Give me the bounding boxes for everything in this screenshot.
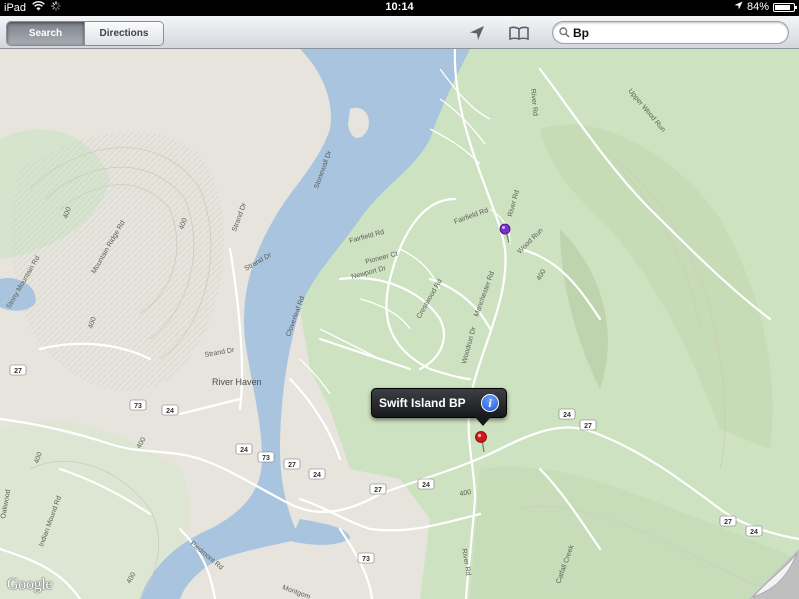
map-view[interactable]: River Haven River Rd Upper Wood Run Wood… [0, 49, 799, 599]
place-callout[interactable]: Swift Island BP i [371, 388, 507, 426]
location-services-icon [734, 1, 743, 13]
svg-text:27: 27 [14, 368, 22, 375]
svg-text:24: 24 [750, 529, 758, 536]
svg-text:27: 27 [724, 519, 732, 526]
route-shield-73: 73 [257, 451, 275, 463]
route-shield-27: 27 [369, 483, 387, 495]
battery-icon [773, 2, 797, 12]
route-shield-24: 24 [558, 408, 576, 420]
status-bar: iPad 10:14 84% [0, 0, 799, 16]
search-query-text: Bp [573, 25, 589, 40]
svg-text:24: 24 [166, 408, 174, 415]
battery-fill [775, 4, 790, 10]
route-shield-24: 24 [417, 478, 435, 490]
battery-percentage: 84% [746, 1, 769, 13]
bookmarks-button[interactable] [509, 23, 529, 43]
directions-tab[interactable]: Directions [84, 22, 163, 45]
location-arrow-icon [470, 26, 484, 40]
svg-text:24: 24 [313, 472, 321, 479]
callout-title: Swift Island BP [379, 396, 466, 410]
place-label-river-haven: River Haven [212, 377, 262, 387]
search-input[interactable]: Bp [552, 21, 789, 44]
svg-text:24: 24 [240, 447, 248, 454]
current-location-button[interactable] [467, 23, 487, 43]
search-tab[interactable]: Search [7, 22, 84, 45]
route-shield-27: 27 [283, 458, 301, 470]
bookmarks-icon [509, 26, 529, 40]
route-shield-24: 24 [161, 404, 179, 416]
route-shield-73: 73 [129, 399, 147, 411]
svg-text:27: 27 [374, 487, 382, 494]
route-shield-24: 24 [308, 468, 326, 480]
google-attribution-logo: Google [7, 576, 53, 593]
route-shield-27: 27 [579, 419, 597, 431]
svg-text:73: 73 [362, 556, 370, 563]
svg-text:73: 73 [134, 403, 142, 410]
route-shield-24: 24 [745, 525, 763, 537]
route-shield-27: 27 [719, 515, 737, 527]
route-shield-24: 24 [235, 443, 253, 455]
route-shield-73: 73 [357, 552, 375, 564]
status-time: 10:14 [385, 1, 414, 13]
maps-toolbar: Search Directions Bp [0, 16, 799, 49]
svg-text:24: 24 [563, 412, 571, 419]
page-curl-button[interactable] [749, 549, 799, 599]
map-canvas[interactable]: River Haven River Rd Upper Wood Run Wood… [0, 49, 799, 599]
svg-text:24: 24 [422, 482, 430, 489]
svg-text:27: 27 [288, 462, 296, 469]
route-shield-27: 27 [9, 364, 27, 376]
search-directions-segmented-control: Search Directions [6, 21, 164, 46]
search-icon [559, 27, 570, 38]
svg-text:73: 73 [262, 455, 270, 462]
info-icon[interactable]: i [481, 394, 499, 412]
svg-text:27: 27 [584, 423, 592, 430]
